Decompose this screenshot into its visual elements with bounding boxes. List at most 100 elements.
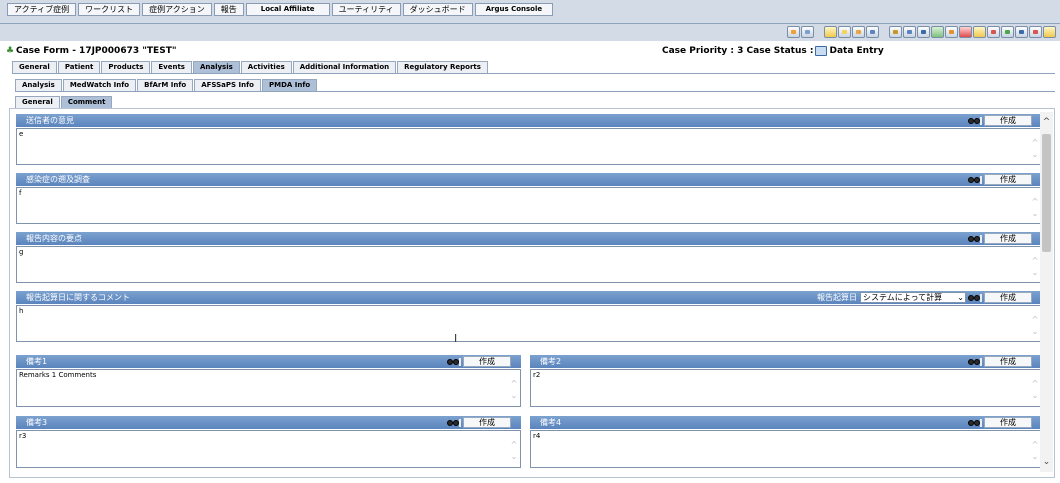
subtab-afssaps-info[interactable]: AFSSaPS Info (194, 79, 261, 91)
create-button[interactable]: 作成 (984, 292, 1032, 303)
tab-activities[interactable]: Activities (240, 61, 292, 73)
remarks-4-textarea[interactable]: r4 ^ ⌄ (530, 430, 1042, 468)
binoculars-icon[interactable] (447, 418, 461, 428)
scroll-down-button[interactable]: ⌄ (1040, 456, 1053, 468)
tab-additional-information[interactable]: Additional Information (292, 61, 397, 73)
create-button[interactable]: 作成 (984, 417, 1032, 428)
report-icon[interactable] (987, 26, 1000, 38)
record-icon[interactable] (959, 26, 972, 38)
create-button[interactable]: 作成 (984, 356, 1032, 367)
section-label: 備考2 (540, 357, 562, 366)
scroll-up-arrow[interactable]: ^ (1031, 441, 1039, 449)
section-header-buttons: 作成 (968, 233, 1032, 244)
tab-events[interactable]: Events (151, 61, 192, 73)
chevron-down-icon: ⌄ (957, 293, 964, 302)
tab-regulatory-reports[interactable]: Regulatory Reports (397, 61, 488, 73)
menu-argus-console[interactable]: Argus Console (474, 3, 554, 16)
binoculars-icon[interactable] (968, 293, 982, 303)
open-folder-icon[interactable] (852, 26, 865, 38)
scroll-down-arrow[interactable]: ⌄ (510, 453, 518, 461)
new-doc-icon[interactable] (838, 26, 851, 38)
section-header-buttons: 作成 (968, 417, 1032, 428)
binoculars-icon[interactable] (968, 357, 982, 367)
tab-analysis[interactable]: Analysis (192, 61, 240, 73)
mail-icon[interactable] (824, 26, 837, 38)
reckoning-date-select[interactable]: システムによって計算 ⌄ (860, 292, 966, 303)
scroll-up-arrow[interactable]: ^ (1031, 198, 1039, 206)
floppy-icon[interactable] (917, 26, 930, 38)
sender-opinion-textarea[interactable]: e ^ ⌄ (16, 128, 1042, 165)
menu-utilities[interactable]: ユーティリティ (331, 3, 401, 16)
binoculars-icon[interactable] (968, 116, 982, 126)
subsubtab-general[interactable]: General (15, 96, 60, 108)
binoculars-icon[interactable] (968, 175, 982, 185)
chart2-icon[interactable] (1001, 26, 1014, 38)
print-icon[interactable] (903, 26, 916, 38)
menu-local-affiliate[interactable]: Local Affiliate (245, 3, 330, 16)
scroll-up-button[interactable]: ^ (1040, 116, 1053, 128)
remarks-3-textarea[interactable]: r3 ^ ⌄ (16, 430, 521, 468)
tab-products[interactable]: Products (101, 61, 151, 73)
scroll-up-arrow[interactable]: ^ (1031, 139, 1039, 147)
scroll-up-arrow[interactable]: ^ (1031, 380, 1039, 388)
scroll-up-arrow[interactable]: ^ (1031, 316, 1039, 324)
scroll-down-arrow[interactable]: ⌄ (1031, 392, 1039, 400)
scroll-up-arrow[interactable]: ^ (1031, 257, 1039, 265)
binoculars-icon[interactable] (447, 357, 461, 367)
create-button[interactable]: 作成 (984, 233, 1032, 244)
menu-dashboard[interactable]: ダッシュボード (402, 3, 473, 16)
save-icon[interactable] (889, 26, 902, 38)
scroll-down-arrow[interactable]: ⌄ (510, 392, 518, 400)
create-button[interactable]: 作成 (463, 356, 511, 367)
chart-icon[interactable] (973, 26, 986, 38)
scroll-down-arrow[interactable]: ⌄ (1031, 151, 1039, 159)
scroll-down-arrow[interactable]: ⌄ (1031, 328, 1039, 336)
section-header-buttons: 報告起算日 システムによって計算 ⌄ 作成 (817, 292, 1032, 303)
section-label: 送信者の意見 (26, 116, 74, 125)
scroll-down-arrow[interactable]: ⌄ (1031, 210, 1039, 218)
scroll-up-arrow[interactable]: ^ (510, 380, 518, 388)
subtab-bfarm-info[interactable]: BfArM Info (137, 79, 194, 91)
create-button[interactable]: 作成 (984, 174, 1032, 185)
subtab-medwatch-info[interactable]: MedWatch Info (62, 79, 137, 91)
help-icon[interactable] (1043, 26, 1056, 38)
edit-icon[interactable] (945, 26, 958, 38)
menu-active-cases[interactable]: アクティブ症例 (7, 3, 77, 16)
check-icon[interactable] (1029, 26, 1042, 38)
list-icon[interactable] (866, 26, 879, 38)
remarks-1-textarea[interactable]: Remarks 1 Comments ^ ⌄ (16, 369, 521, 407)
scroll-down-arrow[interactable]: ⌄ (1031, 269, 1039, 277)
binoculars-icon[interactable] (968, 418, 982, 428)
toolbar-icons (786, 26, 1056, 38)
scroll-up-arrow[interactable]: ^ (510, 441, 518, 449)
create-button[interactable]: 作成 (463, 417, 511, 428)
print-preview-icon[interactable] (801, 26, 814, 38)
translate-icon[interactable] (787, 26, 800, 38)
infection-survey-textarea[interactable]: f ^ ⌄ (16, 187, 1042, 224)
csv-icon[interactable] (1015, 26, 1028, 38)
panel-scrollbar[interactable]: ^ ⌄ (1040, 112, 1053, 472)
binoculars-icon[interactable] (968, 234, 982, 244)
textarea-value: f (19, 189, 22, 197)
menu-worklist[interactable]: ワークリスト (78, 3, 141, 16)
subtab-pmda-info[interactable]: PMDA Info (261, 79, 318, 91)
remarks-2-textarea[interactable]: r2 ^ ⌄ (530, 369, 1042, 407)
reckoning-date-label: 報告起算日 (817, 293, 857, 302)
report-summary-textarea[interactable]: g ^ ⌄ (16, 246, 1042, 283)
reckoning-comment-textarea[interactable]: h ^ ⌄ (16, 305, 1042, 342)
case-title: Case Form - 17JP000673 "TEST" (16, 46, 177, 56)
scroll-thumb[interactable] (1042, 134, 1051, 252)
textarea-value: r4 (533, 432, 541, 440)
tab-general[interactable]: General (12, 61, 57, 73)
section-header: 送信者の意見 作成 (16, 114, 1042, 127)
subsubtab-comment[interactable]: Comment (60, 96, 113, 108)
menu-reports[interactable]: 報告 (213, 3, 244, 16)
section-header: 備考4 作成 (530, 416, 1042, 429)
scroll-down-arrow[interactable]: ⌄ (1031, 453, 1039, 461)
subtab-analysis[interactable]: Analysis (15, 79, 62, 91)
text-cursor-icon: I (454, 332, 458, 345)
add-icon[interactable] (931, 26, 944, 38)
create-button[interactable]: 作成 (984, 115, 1032, 126)
menu-case-actions[interactable]: 症例アクション (142, 3, 212, 16)
tab-patient[interactable]: Patient (57, 61, 101, 73)
